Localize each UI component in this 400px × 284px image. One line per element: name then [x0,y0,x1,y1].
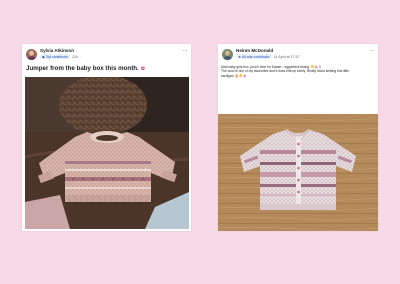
contributor-badge: ◆ Top contributor [40,54,71,59]
rose-icon: ✿ [140,66,145,72]
user-name[interactable]: Sylvia Atkinson [40,48,74,53]
post-meta: ◆ Top contributor 22h · [40,54,81,59]
user-name[interactable]: Neinm McDonald [236,48,273,53]
more-options-icon[interactable]: ··· [370,48,375,54]
globe-icon: · [80,54,82,59]
post-text: Aimi baby girls box, just in time for Ea… [221,65,376,78]
jumper-photo [25,77,189,229]
globe-icon: · [301,54,303,59]
badge-label: Top contributor [45,54,69,59]
post-text-line: cardigan 🥚🐣🌸 [221,73,247,78]
post-photo[interactable] [218,114,378,231]
post-header: Neinm McDonald ★ All-star contributor 14… [218,44,378,64]
post-meta: ★ All-star contributor 14 April at 17:57… [236,54,303,59]
contributor-badge-icon: ◆ [42,54,45,59]
contributor-badge: ★ All-star contributor [236,54,272,59]
post-text-content: Jumper from the baby box this month. [26,65,139,72]
post-header: Sylvia Atkinson ◆ Top contributor 22h · … [22,44,191,64]
cardigan-photo [218,114,378,231]
post-card-sylvia: Sylvia Atkinson ◆ Top contributor 22h · … [22,44,191,231]
more-options-icon[interactable]: ··· [183,48,188,54]
post-time[interactable]: 22h [72,55,78,59]
avatar[interactable] [222,49,233,60]
post-photo[interactable] [25,77,189,229]
avatar[interactable] [26,49,37,60]
post-time[interactable]: 14 April at 17:57 [274,55,300,59]
post-text: Jumper from the baby box this month. ✿ [26,65,145,72]
post-card-neinm: Neinm McDonald ★ All-star contributor 14… [218,44,378,231]
contributor-badge-icon: ★ [238,54,242,59]
badge-label: All-star contributor [242,54,270,59]
